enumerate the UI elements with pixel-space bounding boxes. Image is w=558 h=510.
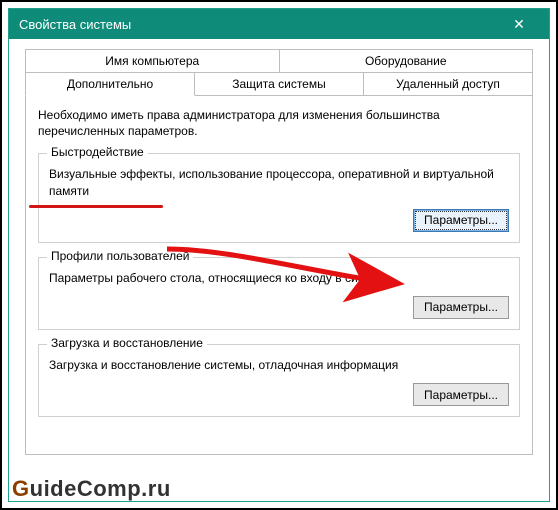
tab-computer-name[interactable]: Имя компьютера <box>25 49 280 72</box>
tab-hardware[interactable]: Оборудование <box>280 49 534 72</box>
button-label: Параметры... <box>424 213 498 227</box>
tab-label: Имя компьютера <box>105 54 199 68</box>
button-row: Параметры... <box>49 209 509 232</box>
watermark-first-letter: G <box>12 476 30 501</box>
group-legend: Быстродействие <box>47 145 148 159</box>
intro-text: Необходимо иметь права администратора дл… <box>38 107 520 139</box>
startup-settings-button[interactable]: Параметры... <box>413 383 509 406</box>
close-button[interactable]: ✕ <box>499 9 539 39</box>
group-startup-recovery: Загрузка и восстановление Загрузка и вос… <box>38 344 520 417</box>
annotation-underline <box>29 205 163 208</box>
profiles-settings-button[interactable]: Параметры... <box>413 296 509 319</box>
group-description: Загрузка и восстановление системы, отлад… <box>49 357 509 373</box>
group-description: Визуальные эффекты, использование процес… <box>49 166 509 198</box>
group-description: Параметры рабочего стола, относящиеся ко… <box>49 270 509 286</box>
tab-label: Оборудование <box>365 54 447 68</box>
watermark-rest: uideComp.ru <box>30 476 171 501</box>
group-user-profiles: Профили пользователей Параметры рабочего… <box>38 257 520 330</box>
button-label: Параметры... <box>424 300 498 314</box>
group-legend: Профили пользователей <box>47 249 193 263</box>
tab-label: Дополнительно <box>67 77 153 91</box>
button-label: Параметры... <box>424 388 498 402</box>
tab-row-2: Дополнительно Защита системы Удаленный д… <box>25 72 533 96</box>
window-title: Свойства системы <box>19 17 499 32</box>
button-row: Параметры... <box>49 383 509 406</box>
group-legend: Загрузка и восстановление <box>47 336 207 350</box>
system-properties-window: Свойства системы ✕ Имя компьютера Оборуд… <box>8 8 550 502</box>
tab-body-advanced: Необходимо иметь права администратора дл… <box>25 95 533 455</box>
tab-row-1: Имя компьютера Оборудование <box>25 49 533 72</box>
tab-label: Удаленный доступ <box>396 77 500 91</box>
client-area: Имя компьютера Оборудование Дополнительн… <box>9 39 549 501</box>
tab-system-protection[interactable]: Защита системы <box>195 72 364 96</box>
performance-settings-button[interactable]: Параметры... <box>413 209 509 232</box>
titlebar: Свойства системы ✕ <box>9 9 549 39</box>
tab-remote[interactable]: Удаленный доступ <box>364 72 533 96</box>
close-icon: ✕ <box>513 16 525 33</box>
group-performance: Быстродействие Визуальные эффекты, испол… <box>38 153 520 242</box>
watermark: GuideComp.ru <box>12 476 171 502</box>
button-row: Параметры... <box>49 296 509 319</box>
tab-advanced[interactable]: Дополнительно <box>25 72 195 96</box>
tab-label: Защита системы <box>232 77 325 91</box>
